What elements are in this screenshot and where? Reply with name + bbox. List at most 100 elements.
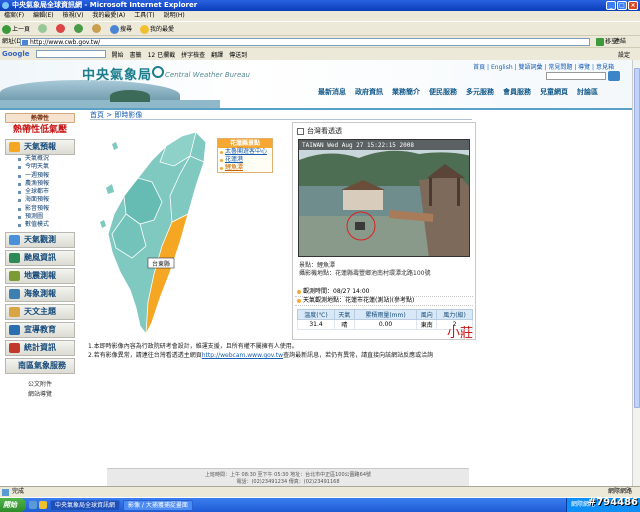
google-logo: Google bbox=[2, 50, 30, 58]
sidebar-link-docs[interactable]: 公文附件 bbox=[5, 380, 75, 390]
search-button[interactable]: 搜尋 bbox=[110, 24, 132, 34]
site-logo[interactable]: 中央氣象局 bbox=[82, 64, 152, 83]
map-island-penghu[interactable] bbox=[106, 184, 114, 194]
sidebar-sub-video[interactable]: 影音預報 bbox=[5, 205, 75, 213]
address-bar: 網址(D) http://www.cwb.gov.tw/ 移至 連結 bbox=[0, 35, 640, 47]
ie-icon bbox=[2, 2, 9, 9]
go-arrow-icon bbox=[596, 38, 604, 46]
window-titlebar[interactable]: 中央氣象局全球資訊網 - Microsoft Internet Explorer… bbox=[0, 0, 640, 11]
minimize-button[interactable]: _ bbox=[606, 1, 616, 10]
sidebar-sub-today[interactable]: 今明天氣 bbox=[5, 163, 75, 171]
sidebar-cat-education[interactable]: 宣導教育 bbox=[5, 321, 75, 338]
menu-file[interactable]: 檔案(F) bbox=[4, 11, 24, 21]
search-icon bbox=[110, 24, 120, 34]
start-button[interactable]: 開始 bbox=[0, 498, 26, 512]
nav-kids[interactable]: 兒童網頁 bbox=[540, 87, 568, 97]
menu-favorites[interactable]: 我的最愛(A) bbox=[92, 11, 125, 21]
google-sendto-button[interactable]: 傳送到 bbox=[229, 50, 247, 59]
site-search-input[interactable] bbox=[546, 72, 606, 80]
weather-condition: 晴 bbox=[333, 319, 355, 330]
forward-button[interactable] bbox=[38, 24, 48, 33]
home-icon bbox=[92, 24, 102, 33]
maximize-button[interactable]: □ bbox=[617, 1, 627, 10]
favorites-button[interactable]: 我的最愛 bbox=[140, 24, 174, 34]
map-island-matsu[interactable] bbox=[112, 142, 118, 150]
menu-help[interactable]: 說明(H) bbox=[164, 11, 185, 21]
sidebar-cat-south[interactable]: 南區氣象服務 bbox=[5, 357, 75, 374]
menu-tools[interactable]: 工具(T) bbox=[134, 11, 154, 21]
refresh-icon bbox=[74, 24, 84, 33]
sidebar-sub-model[interactable]: 數值模式 bbox=[5, 221, 75, 229]
sidebar-sub-agri[interactable]: 農漁預報 bbox=[5, 180, 75, 188]
weather-table-header: 溫度(℃) 天氣 累積雨量(mm) 風向 風力(級) bbox=[297, 309, 473, 320]
ie-quicklaunch-icon[interactable] bbox=[29, 501, 37, 509]
nav-news[interactable]: 最新消息 bbox=[318, 87, 346, 97]
marine-icon bbox=[9, 288, 20, 299]
vertical-scrollbar[interactable] bbox=[632, 60, 640, 498]
legend-header: 花蓮縣景點 bbox=[218, 139, 272, 148]
top-links[interactable]: 首頁 | English | 雙語詞彙 | 常見問題 | 導覽 | 意見箱 bbox=[473, 62, 614, 71]
astronomy-icon bbox=[9, 306, 20, 317]
google-popup-blocked[interactable]: 12 已攔截 bbox=[148, 50, 176, 59]
google-start-button[interactable]: 開始 bbox=[112, 50, 124, 59]
tropical-banner-small[interactable]: 熱帶性 bbox=[5, 113, 75, 123]
nav-forum[interactable]: 討論區 bbox=[577, 87, 598, 97]
sidebar-link-sitemap[interactable]: 網站導覽 bbox=[5, 390, 75, 400]
folder-quicklaunch-icon[interactable] bbox=[39, 501, 47, 509]
sidebar-sub-week[interactable]: 一週預報 bbox=[5, 172, 75, 180]
map-island-small[interactable] bbox=[100, 220, 106, 228]
quick-launch bbox=[29, 501, 47, 509]
close-button[interactable]: × bbox=[628, 1, 638, 10]
cwb-logo-mark bbox=[152, 66, 164, 78]
tropical-depression-banner[interactable]: 熱帶性低氣壓 bbox=[5, 123, 75, 137]
menu-view[interactable]: 檢視(V) bbox=[63, 11, 84, 21]
nav-members[interactable]: 會員服務 bbox=[503, 87, 531, 97]
refresh-button[interactable] bbox=[74, 24, 84, 33]
address-input[interactable]: http://www.cwb.gov.tw/ bbox=[20, 38, 590, 46]
stop-button[interactable] bbox=[56, 24, 66, 33]
sidebar-cat-statistics[interactable]: 統計資訊 bbox=[5, 339, 75, 356]
scrollbar-thumb[interactable] bbox=[634, 68, 640, 408]
google-bookmarks-button[interactable]: 書籤 bbox=[130, 50, 142, 59]
statistics-icon bbox=[9, 342, 20, 353]
weather-th-wind-dir: 風向 bbox=[416, 309, 438, 320]
menu-edit[interactable]: 編輯(E) bbox=[33, 11, 53, 21]
webcam-image[interactable]: TAIWAN Wed Aug 27 15:22:15 2008 bbox=[298, 139, 470, 257]
home-button[interactable] bbox=[92, 24, 102, 33]
observation-icon bbox=[9, 234, 20, 245]
sidebar-cat-observation[interactable]: 天氣觀測 bbox=[5, 231, 75, 248]
standard-toolbar: 上一頁 搜尋 我的最愛 bbox=[0, 21, 640, 35]
webcam-header: 台灣看透透 bbox=[297, 126, 342, 136]
legend-item-hualien-port[interactable]: 花蓮港 bbox=[218, 156, 272, 164]
webcam-place: 景點：鯉魚潭 bbox=[299, 262, 336, 269]
nav-multi-services[interactable]: 多元服務 bbox=[466, 87, 494, 97]
site-banner: 中央氣象局 Central Weather Bureau 首頁 | Englis… bbox=[0, 60, 632, 108]
back-button[interactable]: 上一頁 bbox=[2, 24, 30, 34]
sidebar-cat-forecast[interactable]: 天氣預報 bbox=[5, 139, 75, 155]
google-translate-button[interactable]: 翻譯 bbox=[211, 50, 223, 59]
sidebar-cat-astronomy[interactable]: 天文主題 bbox=[5, 303, 75, 320]
site-search-button[interactable] bbox=[608, 71, 620, 81]
google-settings-button[interactable]: 設定 bbox=[618, 50, 630, 59]
star-icon bbox=[140, 24, 150, 34]
stop-icon bbox=[56, 24, 66, 33]
google-spellcheck-button[interactable]: 拼字檢查 bbox=[181, 50, 205, 59]
map-selected-label: 台東縣 bbox=[152, 260, 170, 268]
site-logo-english: Central Weather Bureau bbox=[165, 71, 250, 79]
sidebar-sub-marine[interactable]: 海面預報 bbox=[5, 196, 75, 204]
nav-gov-info[interactable]: 政府資訊 bbox=[355, 87, 383, 97]
webcam-portal-link[interactable]: http://webcam.www.gov.tw bbox=[202, 352, 283, 359]
sidebar-cat-typhoon[interactable]: 颱風資訊 bbox=[5, 249, 75, 266]
google-search-input[interactable] bbox=[35, 50, 106, 58]
legend-item-liyu-lake[interactable]: 鯉魚潭 bbox=[218, 164, 272, 172]
taskbar-item-ie[interactable]: 中央氣象局全球資訊網 bbox=[50, 499, 121, 511]
breadcrumb-divider bbox=[90, 119, 472, 120]
sidebar-cat-marine[interactable]: 海象測報 bbox=[5, 285, 75, 302]
nav-services[interactable]: 便民服務 bbox=[429, 87, 457, 97]
taskbar-item-capture[interactable]: 影像 / 大捕獲捕捉畫面 bbox=[123, 499, 193, 511]
taiwan-map[interactable]: 台東縣 花蓮縣景點 太魯閣遊客中心 花蓮港 鯉魚潭 bbox=[90, 122, 290, 340]
webcam-address: 攝影機地點：花蓮縣壽豐鄉池南村環潭北路100號 bbox=[299, 270, 431, 277]
nav-business[interactable]: 業務簡介 bbox=[392, 87, 420, 97]
sidebar-cat-earthquake[interactable]: 地震測報 bbox=[5, 267, 75, 284]
legend-item-taroko[interactable]: 太魯閣遊客中心 bbox=[218, 148, 272, 156]
